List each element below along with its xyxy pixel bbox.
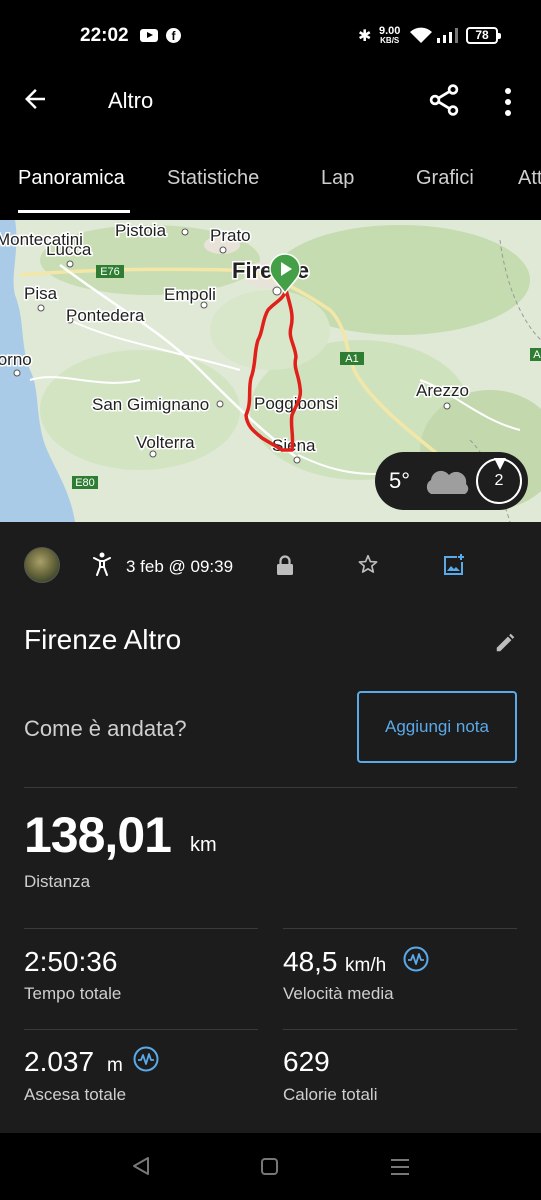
- calories-value: 629: [283, 1046, 330, 1077]
- total-time-value: 2:50:36: [24, 946, 118, 977]
- divider: [283, 928, 517, 929]
- city-label-san-gimignano: San Gimignano: [92, 395, 209, 414]
- road-shield-e76: E76: [100, 266, 120, 278]
- edit-pencil-icon[interactable]: [494, 632, 516, 654]
- battery-icon: 78: [466, 27, 501, 44]
- network-speed: 9.00 KB/S: [379, 26, 400, 46]
- note-prompt: Come è andata?: [24, 716, 187, 741]
- back-button[interactable]: [20, 84, 64, 120]
- tab-bar: Panoramica Statistiche Lap Grafici Att: [0, 155, 541, 217]
- system-navigation-bar: [0, 1133, 541, 1200]
- nav-back-icon[interactable]: [131, 1156, 151, 1176]
- divider: [24, 1029, 258, 1030]
- more-options-button[interactable]: [494, 82, 522, 122]
- city-label-arezzo: Arezzo: [416, 381, 469, 400]
- avg-speed-label: Velocità media: [283, 984, 394, 1003]
- status-time: 22:02: [80, 25, 129, 46]
- nav-home-icon[interactable]: [261, 1158, 278, 1175]
- status-bar: 22:02 f ✱ 9.00 KB/S 78: [0, 0, 541, 70]
- divider: [24, 787, 517, 788]
- avatar[interactable]: [24, 547, 60, 583]
- tab-panoramica[interactable]: Panoramica: [18, 167, 125, 190]
- activity-name: Firenze Altro: [24, 624, 182, 655]
- star-icon[interactable]: [357, 553, 379, 575]
- road-shield-a1-east: A1: [533, 349, 541, 361]
- arrow-back-icon: [25, 89, 45, 109]
- activity-type-icon: [93, 552, 111, 576]
- chart-pulse-icon[interactable]: [403, 946, 429, 972]
- top-app-bar: Altro: [0, 70, 541, 134]
- page-title: Altro: [108, 88, 154, 113]
- network-speed-unit: KB/S: [380, 36, 400, 45]
- tab-indicator: [18, 210, 130, 213]
- ascent-label: Ascesa totale: [24, 1085, 127, 1104]
- city-label-pontedera: Pontedera: [66, 306, 145, 325]
- distance-value: 138,01: [24, 807, 172, 863]
- add-note-button[interactable]: Aggiungi nota: [357, 691, 517, 763]
- facebook-icon: f: [166, 28, 181, 43]
- city-label-pistoia: Pistoia: [115, 221, 167, 240]
- ascent-value: 2.037: [24, 1046, 95, 1077]
- chart-pulse-icon[interactable]: [133, 1046, 159, 1072]
- avg-speed-value: 48,5: [283, 946, 338, 977]
- tab-lap[interactable]: Lap: [321, 167, 354, 190]
- city-label-livorno: Livorno: [0, 350, 32, 369]
- total-time-label: Tempo totale: [24, 984, 122, 1003]
- share-button[interactable]: [426, 82, 466, 122]
- tab-attrezzatura[interactable]: Att: [518, 167, 541, 190]
- divider: [24, 928, 258, 929]
- cloud-icon: [426, 470, 469, 494]
- activity-date: 3 feb @ 09:39: [126, 557, 234, 576]
- tab-statistiche[interactable]: Statistiche: [167, 167, 259, 190]
- more-vert-icon: [505, 88, 511, 116]
- wind-indicator: 2: [476, 458, 522, 504]
- road-shield-a1: A1: [345, 353, 358, 365]
- city-label-montecatini: Montecatini: [0, 230, 83, 249]
- avg-speed-unit: km/h: [345, 955, 387, 976]
- bluetooth-icon: ✱: [358, 28, 372, 45]
- city-label-pisa: Pisa: [24, 284, 58, 303]
- road-shield-e80: E80: [75, 477, 95, 489]
- tab-grafici[interactable]: Grafici: [416, 167, 474, 190]
- weather-temperature: 5°: [389, 468, 411, 493]
- city-label-volterra: Volterra: [136, 433, 195, 452]
- city-label-empoli: Empoli: [164, 285, 216, 304]
- youtube-icon: [140, 29, 158, 42]
- nav-recents-icon[interactable]: [390, 1157, 410, 1177]
- distance-unit: km: [190, 834, 217, 856]
- divider: [283, 1029, 517, 1030]
- calories-label: Calorie totali: [283, 1085, 378, 1104]
- signal-icon: [437, 28, 458, 43]
- weather-badge: 5° 2: [375, 452, 528, 510]
- activity-summary: 3 feb @ 09:39 Firenze Altro Come è andat…: [0, 522, 541, 1133]
- add-photo-icon[interactable]: [442, 553, 466, 577]
- share-icon: [429, 84, 459, 116]
- lock-icon[interactable]: [276, 555, 294, 575]
- city-label-prato: Prato: [210, 226, 251, 245]
- distance-label: Distanza: [24, 872, 91, 891]
- ascent-unit: m: [107, 1055, 123, 1076]
- wifi-icon: [410, 27, 432, 43]
